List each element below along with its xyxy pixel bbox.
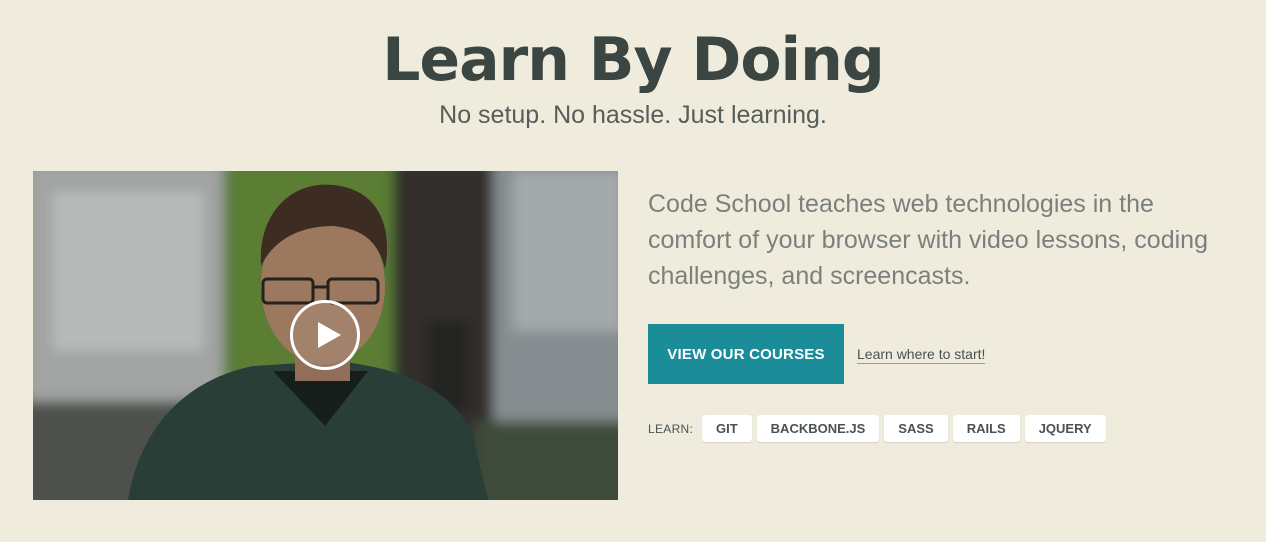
play-button[interactable]: [290, 300, 360, 370]
tag-sass[interactable]: SASS: [884, 415, 948, 442]
topic-tags: GIT BACKBONE.JS SASS RAILS JQUERY: [702, 415, 1106, 442]
tag-backbone[interactable]: BACKBONE.JS: [756, 415, 880, 442]
view-courses-button[interactable]: VIEW OUR COURSES: [648, 324, 844, 384]
intro-description: Code School teaches web technologies in …: [648, 190, 1208, 290]
learn-where-to-start-link[interactable]: Learn where to start!: [857, 345, 986, 364]
hero-section: Learn By Doing No setup. No hassle. Just…: [0, 0, 1266, 542]
play-icon: [318, 322, 341, 348]
page-subtitle: No setup. No hassle. Just learning.: [439, 101, 827, 129]
learn-label: LEARN:: [648, 422, 694, 436]
page-title: Learn By Doing: [382, 25, 885, 95]
tag-rails[interactable]: RAILS: [952, 415, 1020, 442]
tag-jquery[interactable]: JQUERY: [1024, 415, 1106, 442]
intro-video[interactable]: [33, 171, 618, 500]
tag-git[interactable]: GIT: [702, 415, 752, 442]
